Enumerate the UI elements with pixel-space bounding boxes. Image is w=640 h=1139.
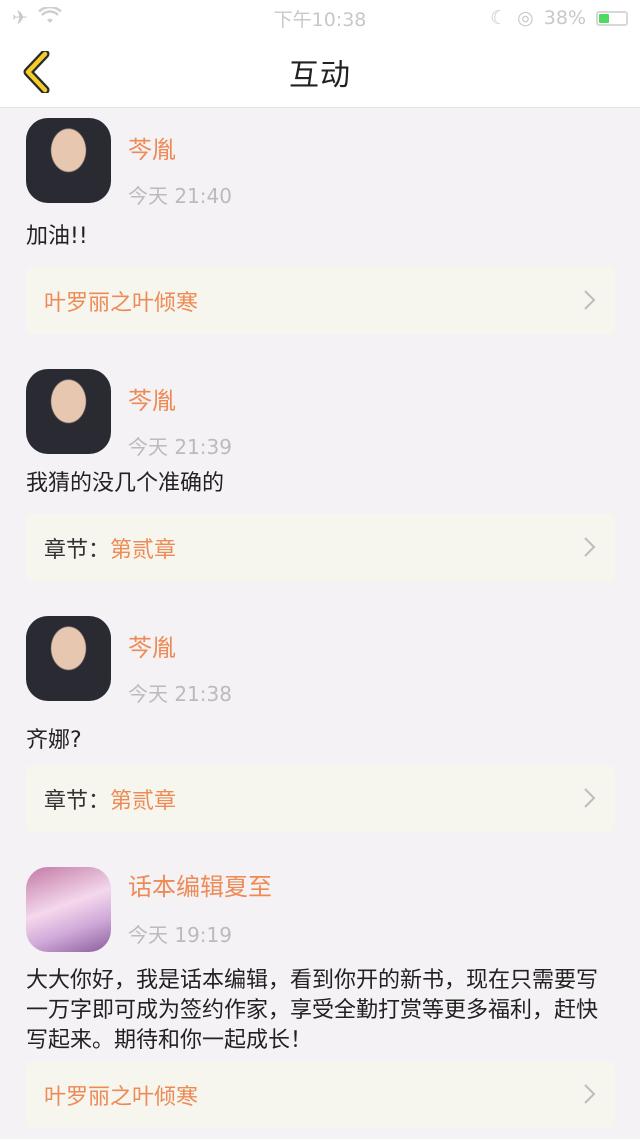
username[interactable]: 话本编辑夏至 (128, 867, 272, 902)
link-prefix: 章节： (44, 788, 111, 814)
link-prefix: 章节： (44, 537, 111, 563)
chevron-left-icon (23, 51, 50, 93)
chevron-right-icon (584, 537, 596, 557)
battery-level (599, 13, 609, 23)
link-title: 第贰章 (110, 537, 177, 563)
chevron-right-icon (584, 788, 596, 808)
link-title: 叶罗丽之叶倾寒 (44, 1084, 199, 1110)
comment-text: 大大你好，我是话本编辑，看到你开的新书，现在只需要写一万字即可成为签约作家，享受… (26, 968, 599, 1053)
wifi-icon (38, 5, 62, 30)
comment-text: 齐娜? (26, 728, 82, 753)
timestamp: 今天 21:39 (128, 435, 232, 459)
timestamp: 今天 21:38 (128, 682, 232, 706)
airplane-icon: ✈ (12, 7, 28, 29)
username[interactable]: 芩胤 (128, 130, 176, 165)
battery-icon (596, 10, 628, 26)
chevron-right-icon (584, 290, 596, 310)
book-link[interactable]: 叶罗丽之叶倾寒 (26, 267, 615, 334)
avatar[interactable] (26, 616, 111, 701)
chapter-link[interactable]: 章节： 第贰章 (26, 765, 615, 832)
chapter-link[interactable]: 章节： 第贰章 (26, 514, 615, 581)
username[interactable]: 芩胤 (128, 381, 176, 416)
comment-text: 加油!! (26, 224, 88, 249)
username[interactable]: 芩胤 (128, 628, 176, 663)
status-bar: ✈ 下午10:38 ☾ ◎ 38% (0, 0, 640, 36)
moon-icon: ☾ (490, 7, 508, 29)
avatar[interactable] (26, 369, 111, 454)
chevron-right-icon (584, 1084, 596, 1104)
back-button[interactable] (14, 50, 58, 94)
link-title: 第贰章 (110, 788, 177, 814)
timestamp: 今天 19:19 (128, 923, 232, 947)
orientation-lock-icon: ◎ (517, 7, 534, 29)
navigation-bar: 互动 (0, 36, 640, 108)
link-title: 叶罗丽之叶倾寒 (44, 290, 199, 316)
page-title: 互动 (289, 57, 351, 93)
comment-text: 我猜的没几个准确的 (26, 471, 225, 496)
battery-percent: 38% (543, 7, 586, 29)
book-link[interactable]: 叶罗丽之叶倾寒 (26, 1061, 615, 1128)
avatar[interactable] (26, 118, 111, 203)
avatar[interactable] (26, 867, 111, 952)
timestamp: 今天 21:40 (128, 184, 232, 208)
